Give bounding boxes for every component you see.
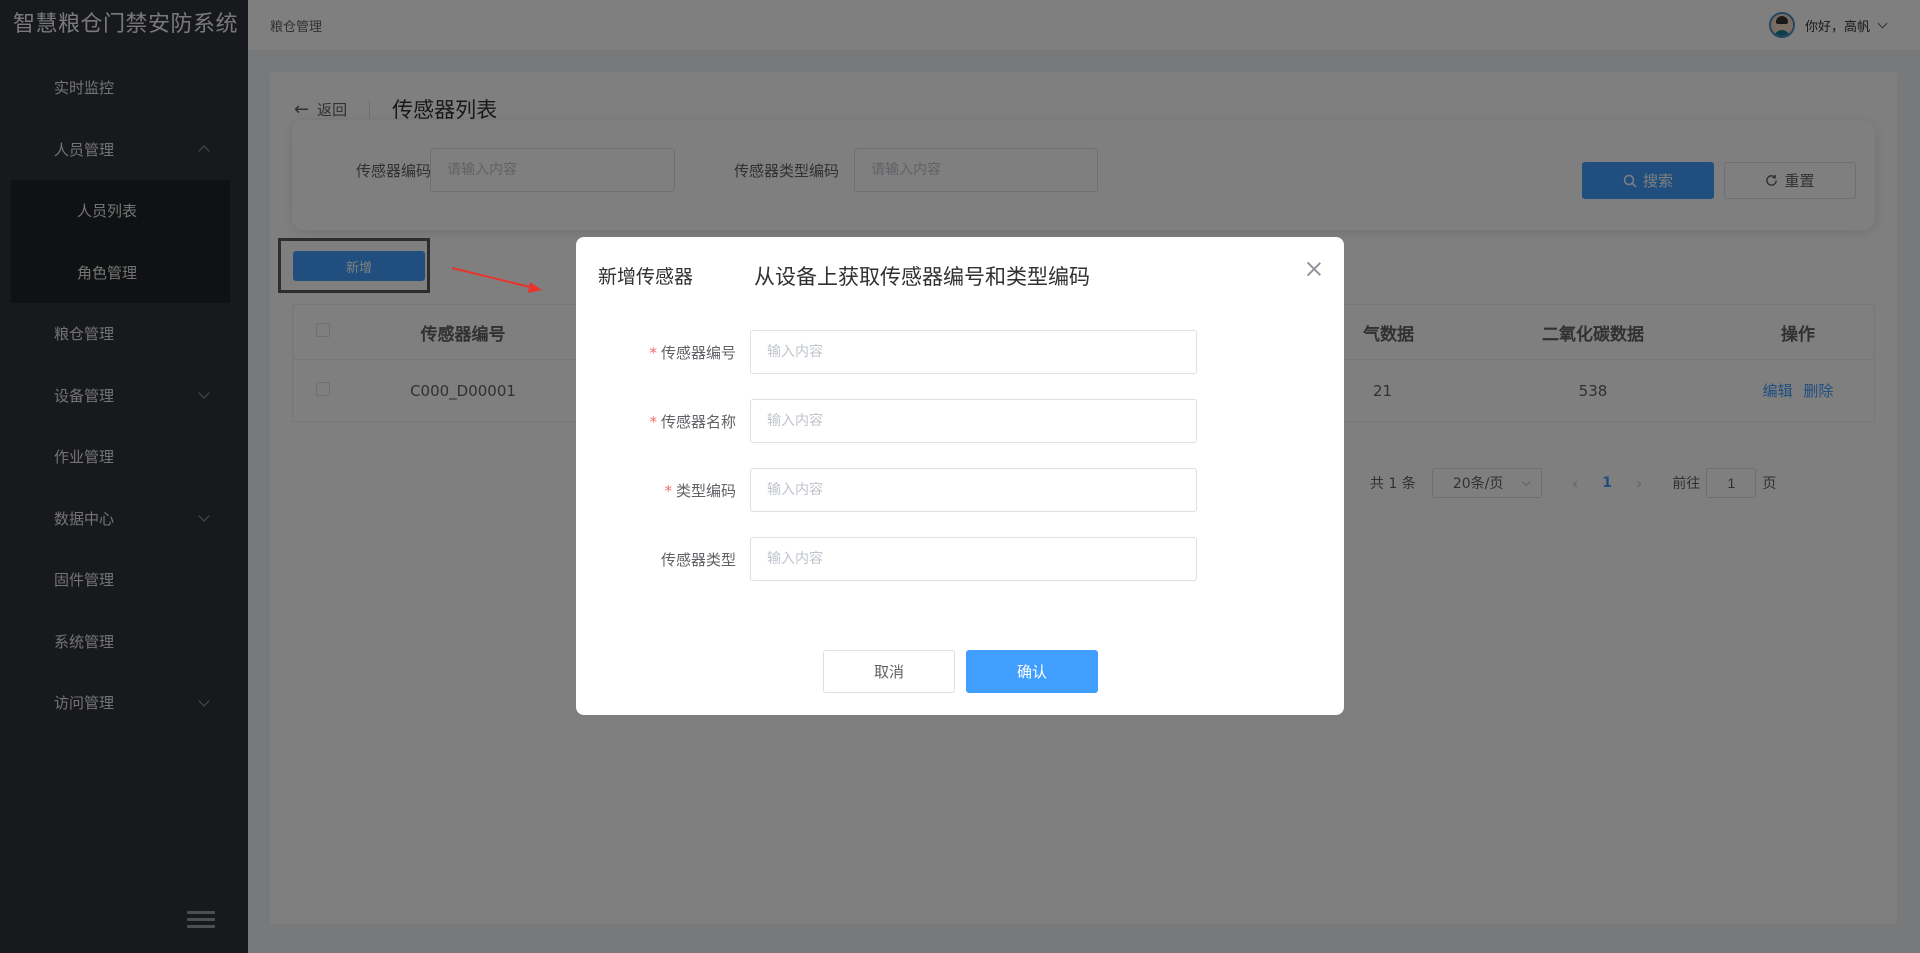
annotation-arrow-icon (451, 267, 542, 293)
required-mark: * (649, 343, 657, 362)
form-row-type-code: * 类型编码 (576, 468, 1344, 512)
dialog-hint: 从设备上获取传感器编号和类型编码 (754, 265, 1090, 289)
add-sensor-dialog: 新增传感器 从设备上获取传感器编号和类型编码 *传感器编号 *传感器名称 *类型… (576, 237, 1344, 715)
sensor-code-field[interactable] (750, 330, 1197, 374)
form-row-sensor-code: * 传感器编号 (576, 330, 1344, 374)
dialog-title: 新增传感器 (598, 266, 694, 288)
form-label: 传感器类型 (576, 549, 750, 570)
form-row-sensor-name: * 传感器名称 (576, 399, 1344, 443)
form-row-sensor-type: 传感器类型 (576, 537, 1344, 581)
form-label: * 类型编码 (576, 480, 750, 501)
form-label-text: 传感器编号 (660, 343, 736, 362)
confirm-button[interactable]: 确认 (966, 650, 1098, 693)
form-label: * 传感器编号 (576, 342, 750, 363)
form-label-text: 类型编码 (675, 481, 736, 500)
close-icon[interactable] (1306, 261, 1322, 277)
sensor-type-field[interactable] (750, 537, 1197, 581)
required-mark: * (664, 481, 672, 500)
form-label-text: 传感器类型 (660, 550, 736, 569)
confirm-button-label: 确认 (1016, 663, 1047, 681)
form-label: * 传感器名称 (576, 411, 750, 432)
cancel-button-label: 取消 (873, 663, 904, 681)
cancel-button[interactable]: 取消 (823, 650, 955, 693)
required-mark: * (649, 412, 657, 431)
type-code-field[interactable] (750, 468, 1197, 512)
sensor-name-field[interactable] (750, 399, 1197, 443)
form-label-text: 传感器名称 (660, 412, 736, 431)
